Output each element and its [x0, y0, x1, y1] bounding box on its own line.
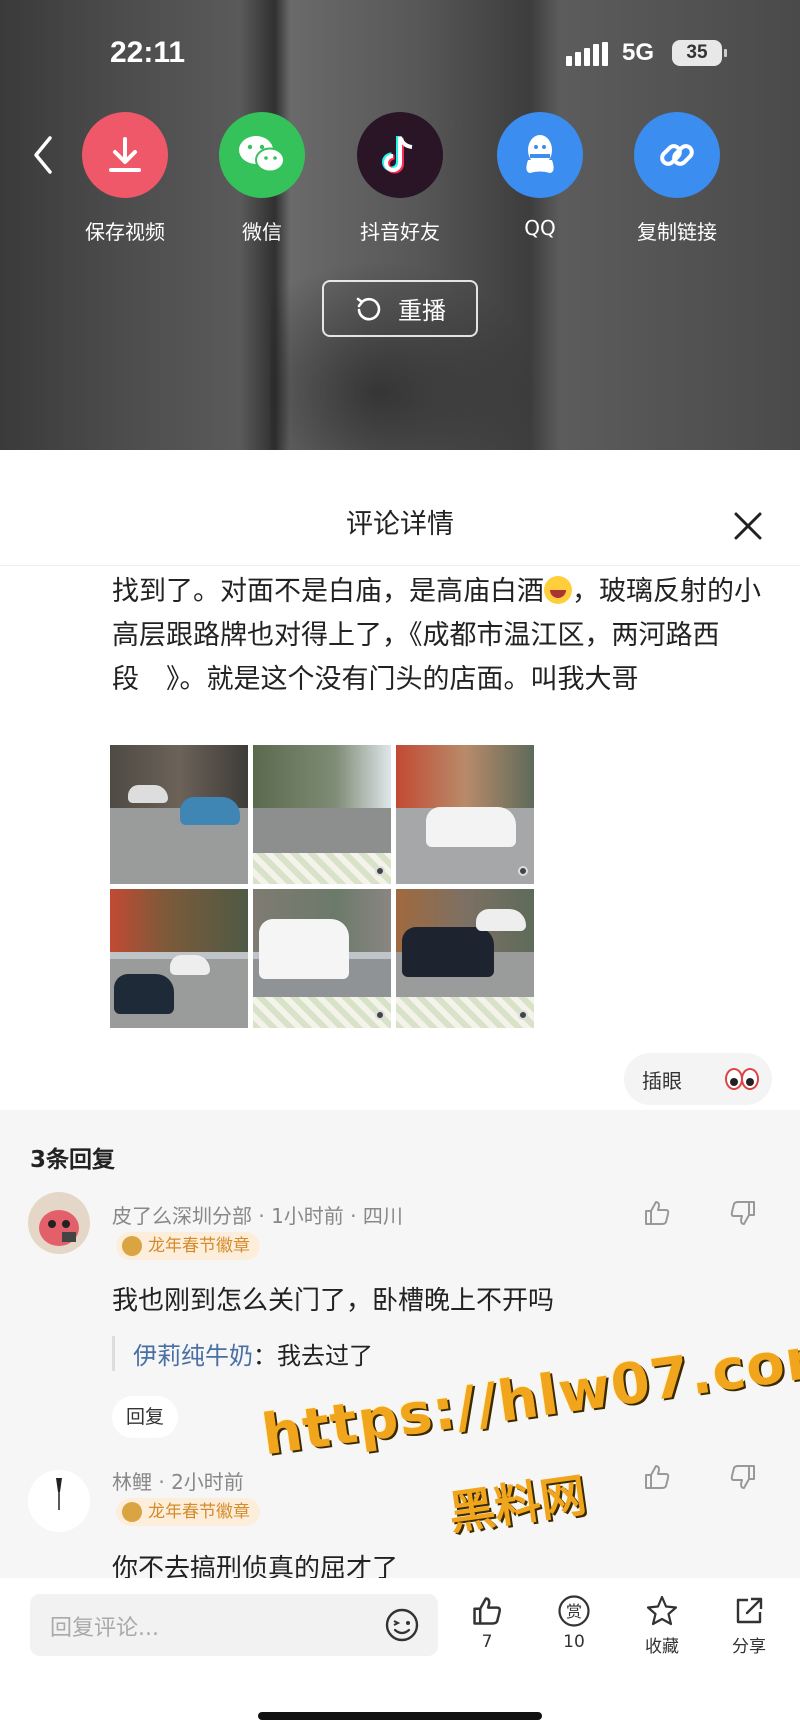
like-action[interactable]: 7: [452, 1594, 522, 1652]
favorite-action[interactable]: 收藏: [627, 1594, 697, 1657]
share-item-label: 复制链接: [637, 220, 717, 244]
avatar[interactable]: [28, 1470, 90, 1532]
back-button[interactable]: [28, 130, 58, 180]
comment-text-part: 找到了。对面不是白庙，是高庙白酒: [112, 576, 544, 607]
share-copy-link[interactable]: 复制链接: [607, 112, 747, 245]
like-button[interactable]: [642, 1198, 672, 1228]
sheet-header: 评论详情: [0, 450, 800, 566]
dislike-button[interactable]: [728, 1198, 758, 1228]
chevron-left-icon: [34, 136, 52, 174]
reward-icon: 赏: [558, 1595, 590, 1627]
close-button[interactable]: [728, 506, 768, 546]
video-player-background: 22:11 5G 35 保存视频 微信 抖音好友 QQ 复制链接 重播: [0, 0, 800, 450]
quoted-author[interactable]: 伊莉纯牛奶: [133, 1342, 253, 1370]
share-qq[interactable]: QQ: [470, 112, 610, 240]
reward-action[interactable]: 赏 10: [539, 1594, 609, 1652]
bottom-action-bar: 回复评论... 7 赏 10 收藏 分享: [0, 1578, 800, 1732]
thumbs-up-icon: [645, 1201, 670, 1225]
comment-image-thumbnail[interactable]: [110, 745, 248, 884]
comment-image-grid: [110, 745, 534, 1029]
dislike-button[interactable]: [728, 1462, 758, 1492]
signal-icon: [566, 42, 608, 66]
thumbs-down-icon: [730, 1465, 755, 1489]
battery-icon: 35: [672, 40, 727, 66]
share-wechat[interactable]: 微信: [192, 112, 332, 245]
dragon-badge-icon: [122, 1502, 142, 1522]
comment-image-thumbnail[interactable]: [396, 889, 534, 1028]
comment-detail-sheet: 评论详情 找到了。对面不是白庙，是高庙白酒 ，玻璃反射的小高层跟路牌也对得上了，《…: [0, 450, 800, 1732]
festival-badge: 龙年春节徽章: [116, 1498, 260, 1526]
share-label: 分享: [732, 1637, 766, 1657]
replay-button[interactable]: 重播: [322, 280, 478, 337]
download-icon: [82, 112, 168, 198]
wechat-icon: [219, 112, 305, 198]
like-count: 7: [481, 1632, 493, 1652]
laughing-emoji-icon: [544, 576, 572, 604]
sheet-title: 评论详情: [346, 509, 454, 540]
share-item-label: QQ: [524, 216, 556, 240]
dragon-badge-icon: [122, 1236, 142, 1256]
replay-label: 重播: [398, 297, 446, 325]
thumbs-up-icon: [473, 1597, 501, 1625]
star-icon: [646, 1595, 678, 1626]
thumbs-down-icon: [730, 1201, 755, 1225]
status-time: 22:11: [110, 36, 186, 69]
reply-input-placeholder: 回复评论...: [50, 1616, 159, 1641]
status-bar: 22:11 5G 35: [0, 30, 800, 80]
reply-meta: · 2小时前: [152, 1470, 244, 1494]
qq-icon: [497, 112, 583, 198]
close-icon: [734, 512, 762, 540]
comment-image-thumbnail[interactable]: [110, 889, 248, 1028]
svg-text:赏: 赏: [566, 1602, 582, 1621]
comment-image-thumbnail[interactable]: [253, 889, 391, 1028]
eyes-emoji-icon: [725, 1068, 759, 1090]
reward-count: 10: [563, 1632, 585, 1652]
main-comment-text: 找到了。对面不是白庙，是高庙白酒 ，玻璃反射的小高层跟路牌也对得上了，《成都市温江…: [112, 570, 782, 702]
comment-image-thumbnail[interactable]: [396, 745, 534, 884]
reaction-button[interactable]: 插眼: [624, 1053, 772, 1105]
festival-badge: 龙年春节徽章: [116, 1232, 260, 1260]
replay-icon: [356, 297, 381, 320]
thumbs-up-icon: [645, 1465, 670, 1489]
home-indicator: [258, 1712, 542, 1720]
favorite-label: 收藏: [645, 1637, 679, 1657]
reply-author-name[interactable]: 林鲤: [112, 1470, 152, 1494]
badge-label: 龙年春节徽章: [148, 1502, 250, 1522]
share-item-label: 抖音好友: [360, 220, 440, 244]
reply-meta: · 1小时前 · 四川: [252, 1204, 403, 1228]
reaction-label: 插眼: [642, 1069, 682, 1093]
replies-count: 3条回复: [30, 1147, 116, 1173]
reply-input[interactable]: 回复评论...: [30, 1594, 438, 1656]
share-douyin-friend[interactable]: 抖音好友: [330, 112, 470, 245]
network-type: 5G: [622, 39, 655, 66]
share-action[interactable]: 分享: [714, 1594, 784, 1657]
avatar[interactable]: [28, 1192, 90, 1254]
link-icon: [634, 112, 720, 198]
share-item-label: 微信: [242, 220, 282, 244]
quoted-reply: 伊莉纯牛奶：我去过了: [112, 1336, 373, 1371]
reply-text: 我也刚到怎么关门了，卧槽晚上不开吗: [112, 1286, 555, 1316]
share-save-video[interactable]: 保存视频: [55, 112, 195, 245]
reply-button[interactable]: 回复: [112, 1396, 178, 1438]
share-options: 保存视频 微信 抖音好友 QQ 复制链接: [70, 112, 750, 252]
comment-image-thumbnail[interactable]: [253, 745, 391, 884]
reply-author-name[interactable]: 皮了么深圳分部: [112, 1204, 252, 1228]
share-icon: [736, 1597, 763, 1624]
quoted-text: ：我去过了: [253, 1342, 373, 1370]
badge-label: 龙年春节徽章: [148, 1236, 250, 1256]
share-item-label: 保存视频: [85, 220, 165, 244]
like-button[interactable]: [642, 1462, 672, 1492]
emoji-icon[interactable]: [384, 1607, 420, 1643]
douyin-icon: [357, 112, 443, 198]
